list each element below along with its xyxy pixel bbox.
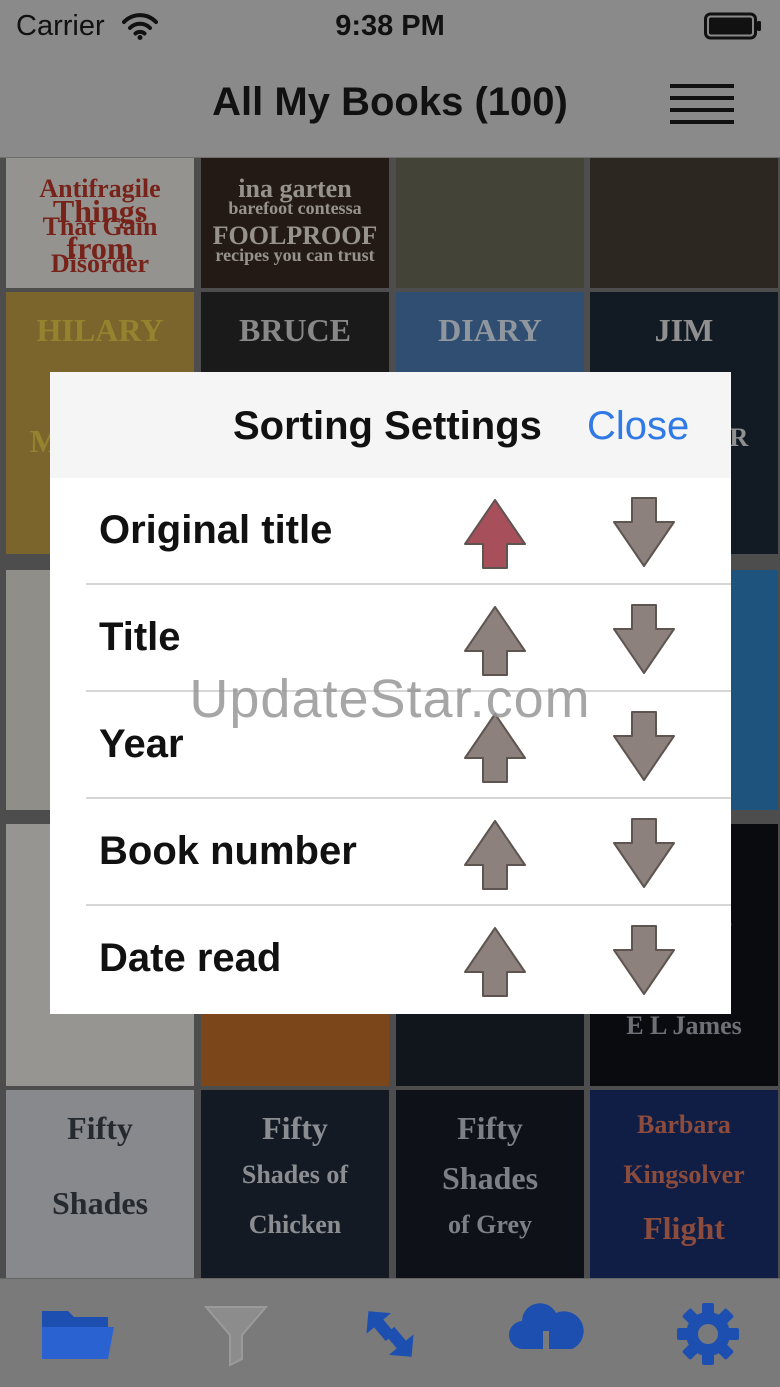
watermark-text: UpdateStar.com <box>189 669 591 729</box>
sort-descending-arrow-icon[interactable] <box>612 496 676 570</box>
sort-ascending-arrow-icon[interactable] <box>463 603 527 677</box>
filter-funnel-icon[interactable] <box>196 1301 276 1367</box>
sort-descending-arrow-icon[interactable] <box>612 817 676 891</box>
sort-arrows-icon[interactable] <box>350 1301 430 1367</box>
dialog-header: Sorting Settings Close <box>50 372 731 478</box>
sort-option-label: Original title <box>99 508 333 552</box>
close-button[interactable]: Close <box>587 404 689 449</box>
sort-option-label: Title <box>99 615 181 659</box>
sort-ascending-arrow-icon[interactable] <box>463 924 527 998</box>
tab-bar <box>0 1278 780 1387</box>
sort-row-book-number: Book number <box>50 799 731 906</box>
battery-icon <box>704 12 761 40</box>
folder-icon[interactable] <box>38 1301 118 1367</box>
sort-row-date-read: Date read <box>50 906 731 1013</box>
status-bar: Carrier 9:38 PM <box>0 0 780 54</box>
dialog-title: Sorting Settings <box>233 404 542 448</box>
page-title: All My Books (100) <box>212 80 568 124</box>
sort-descending-arrow-icon[interactable] <box>612 603 676 677</box>
hamburger-menu-icon[interactable] <box>668 82 736 126</box>
gear-icon[interactable] <box>668 1301 748 1367</box>
sort-descending-arrow-icon[interactable] <box>612 924 676 998</box>
cloud-download-icon[interactable] <box>506 1301 586 1367</box>
sort-option-label: Date read <box>99 936 282 980</box>
sort-row-original-title: Original title <box>50 478 731 585</box>
sort-option-label: Book number <box>99 829 357 873</box>
sort-ascending-arrow-icon[interactable] <box>463 496 527 570</box>
navigation-bar: All My Books (100) <box>0 54 780 158</box>
sort-ascending-arrow-icon[interactable] <box>463 817 527 891</box>
status-time: 9:38 PM <box>335 10 445 42</box>
